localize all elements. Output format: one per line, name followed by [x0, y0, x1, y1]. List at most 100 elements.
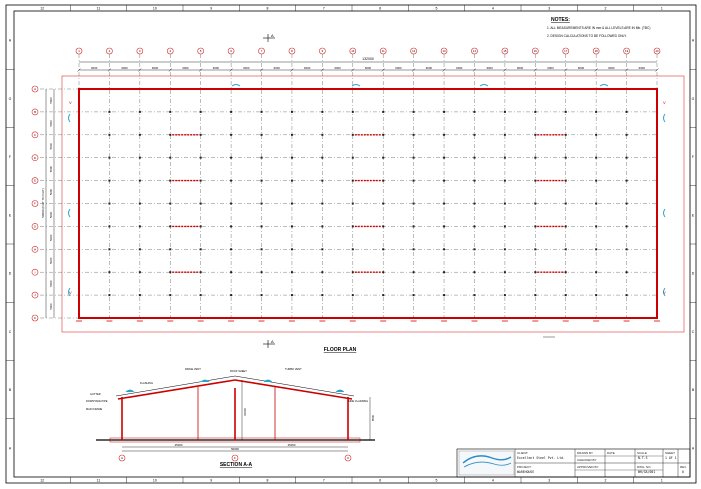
column-marker — [138, 248, 141, 251]
approved-label: APPROVED BY — [577, 465, 599, 469]
bay-dimension: 6000 — [182, 66, 189, 70]
column-marker — [351, 133, 354, 136]
section-vent-icon — [125, 389, 135, 393]
column-marker — [290, 294, 293, 297]
section-title: SECTION A-A — [220, 462, 253, 468]
column-marker — [169, 202, 172, 205]
column-marker — [108, 179, 111, 182]
door-marker: V — [69, 290, 72, 295]
sheet-border-inner — [13, 10, 691, 478]
grid-bubble-label: 17 — [564, 49, 568, 53]
roof-vent-icon — [351, 84, 361, 87]
column-marker — [321, 133, 324, 136]
column-marker — [169, 156, 172, 159]
column-marker — [503, 179, 506, 182]
border-row-label: H — [692, 39, 695, 43]
overall-length-dim: 132000 — [362, 57, 374, 61]
row-dimension: 5000 — [49, 257, 53, 264]
column-marker — [351, 271, 354, 274]
bay-dimension: 6000 — [304, 66, 311, 70]
border-row-label: C — [692, 330, 695, 334]
bay-dimension: 6000 — [639, 66, 646, 70]
roof-vent-icon — [231, 84, 241, 87]
column-marker — [412, 294, 415, 297]
column-marker — [382, 202, 385, 205]
column-marker — [564, 271, 567, 274]
row-dimension: 5000 — [49, 280, 53, 287]
column-marker — [534, 294, 537, 297]
section-bubble-label: F — [234, 456, 236, 460]
column-marker — [230, 202, 233, 205]
column-marker — [169, 225, 172, 228]
column-marker — [595, 179, 598, 182]
column-marker — [260, 133, 263, 136]
column-marker — [321, 248, 324, 251]
column-marker — [199, 133, 202, 136]
bay-dimension: 6000 — [365, 66, 372, 70]
row-bubble-label: K — [34, 316, 36, 320]
border-col-label: 10 — [153, 479, 157, 483]
column-marker — [503, 294, 506, 297]
column-marker — [260, 179, 263, 182]
border-col-label: 11 — [97, 479, 101, 483]
column-marker — [625, 225, 628, 228]
border-row-label: C — [9, 330, 12, 334]
sheet-label: SHEET — [665, 451, 676, 455]
column-marker — [503, 133, 506, 136]
column-marker — [169, 271, 172, 274]
column-marker — [564, 294, 567, 297]
roof-vent-icon — [599, 84, 609, 87]
row-bubble-label: E — [34, 179, 36, 183]
column-marker — [473, 271, 476, 274]
column-marker — [534, 156, 537, 159]
section-annotation: TURBO VENT — [285, 367, 302, 371]
column-marker — [108, 110, 111, 113]
column-marker — [382, 133, 385, 136]
column-marker — [503, 248, 506, 251]
grid-bubble-label: 19 — [625, 49, 629, 53]
column-marker — [260, 110, 263, 113]
column-marker — [473, 248, 476, 251]
plan-accessories: V V V V — [68, 84, 666, 322]
wall-vent-icon — [663, 113, 666, 123]
column-marker — [321, 110, 324, 113]
column-marker — [473, 179, 476, 182]
border-col-label: 12 — [40, 479, 44, 483]
section-annotation: SIDE CLADDING — [348, 399, 368, 403]
column-marker — [351, 179, 354, 182]
column-marker — [595, 202, 598, 205]
column-marker — [564, 248, 567, 251]
door-marker: V — [663, 290, 666, 295]
column-marker — [290, 271, 293, 274]
column-marker — [564, 110, 567, 113]
column-marker — [199, 225, 202, 228]
rev-label: REV. — [680, 465, 687, 469]
section-vent-icon — [335, 389, 345, 393]
row-bubble-label: H — [34, 247, 36, 251]
column-marker — [443, 133, 446, 136]
column-marker — [108, 133, 111, 136]
client-name: Excellent Steel Pvt. Ltd. — [517, 456, 565, 460]
project-label: PROJECT: — [517, 465, 532, 469]
column-marker — [412, 110, 415, 113]
section-bubble-label: K — [347, 456, 349, 460]
row-dimension: 5000 — [49, 189, 53, 196]
wall-vent-icon — [663, 208, 666, 218]
border-row-label: G — [9, 97, 12, 101]
bay-dimension: 6000 — [608, 66, 615, 70]
door-marker: V — [663, 100, 666, 105]
border-row-label: G — [692, 97, 695, 101]
dwg-label: DWG. NO. — [637, 465, 652, 469]
column-marker — [351, 110, 354, 113]
row-dimension: 5000 — [49, 97, 53, 104]
column-marker — [412, 133, 415, 136]
checked-label: CHECKED BY — [577, 458, 597, 462]
column-marker — [169, 133, 172, 136]
column-marker — [199, 110, 202, 113]
grid-bubble-label: 20 — [655, 49, 659, 53]
column-marker — [199, 202, 202, 205]
border-col-label: 9 — [210, 7, 212, 11]
scale-value: N.T.S — [638, 456, 648, 460]
column-marker — [138, 225, 141, 228]
column-marker — [382, 248, 385, 251]
